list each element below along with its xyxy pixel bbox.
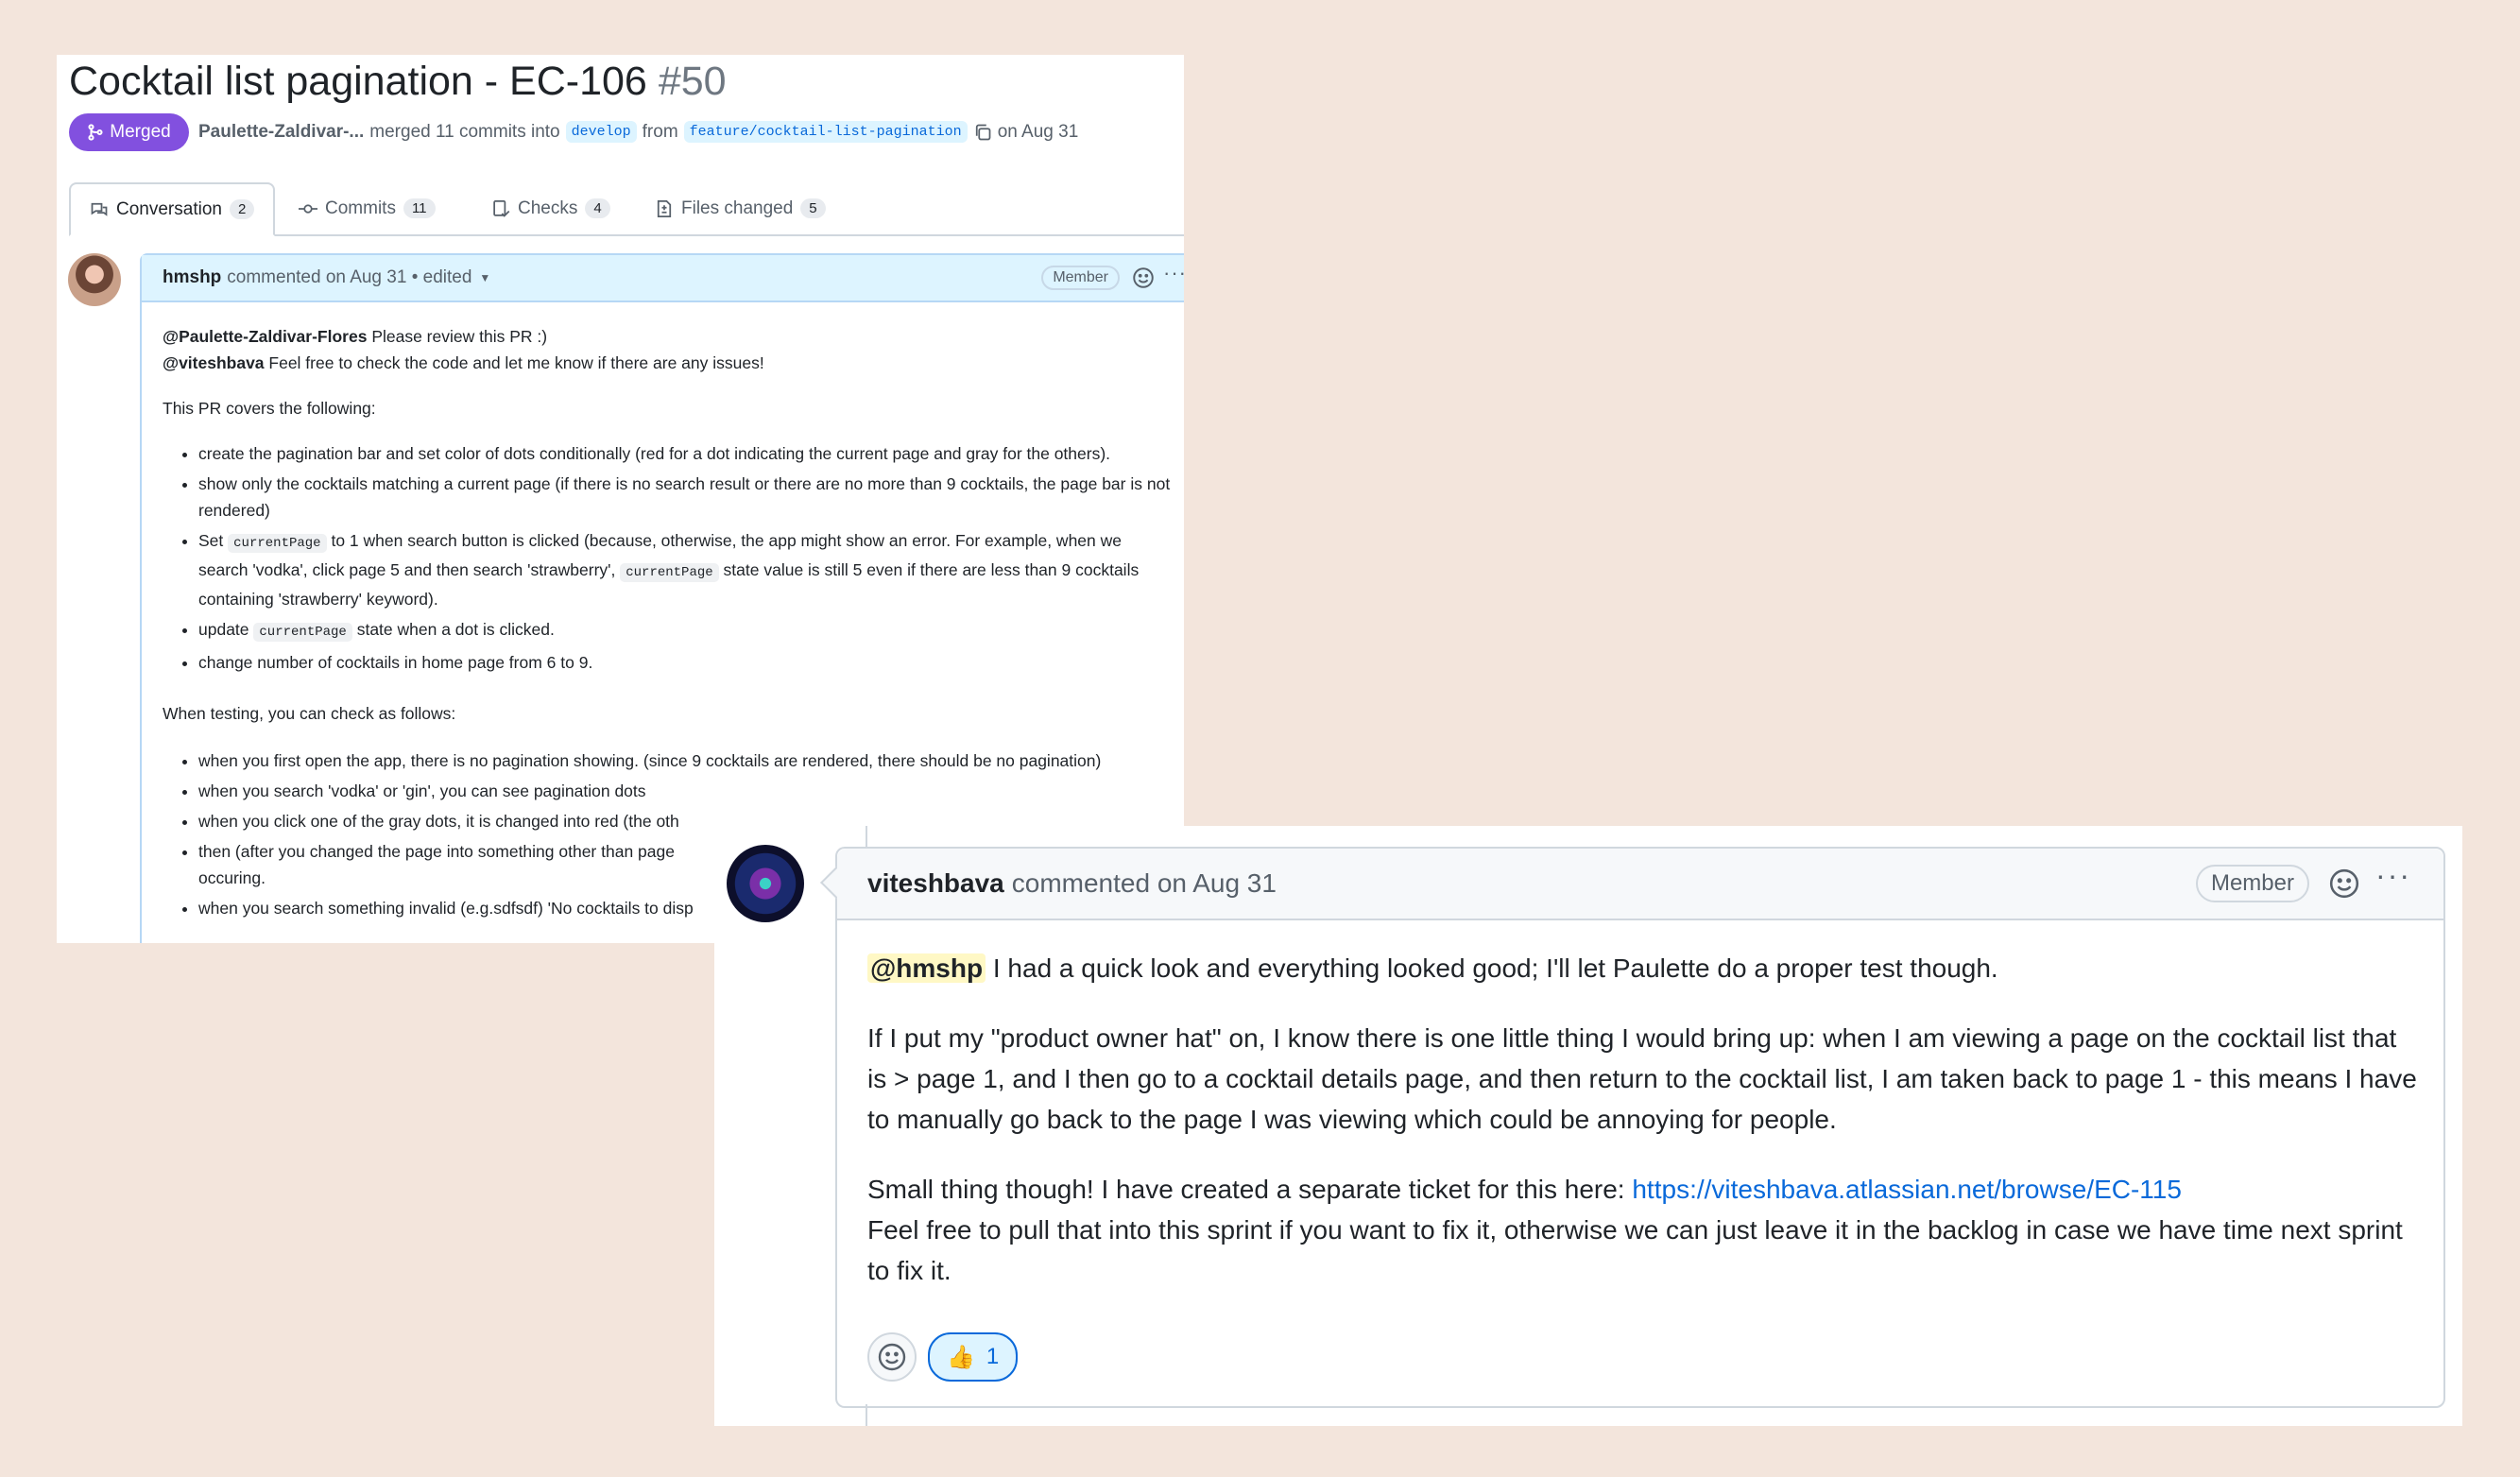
comment-paragraph: If I put my "product owner hat" on, I kn… — [867, 1023, 2417, 1134]
comment-author[interactable]: hmshp — [163, 267, 221, 288]
list-item: create the pagination bar and set color … — [198, 440, 1174, 467]
comment-text: Feel free to check the code and let me k… — [268, 353, 764, 372]
tab-count: 5 — [800, 198, 826, 218]
base-branch[interactable]: develop — [565, 121, 637, 143]
avatar[interactable] — [727, 845, 804, 922]
member-badge: Member — [2195, 865, 2309, 902]
mention-link[interactable]: @viteshbava — [163, 353, 265, 372]
comment-line: @viteshbava Feel free to check the code … — [163, 350, 1174, 376]
inline-code: currentPage — [253, 623, 352, 642]
tab-files-changed[interactable]: Files changed 5 — [655, 182, 826, 234]
pr-title-text: Cocktail list pagination - EC-106 — [69, 59, 647, 104]
pr-merged-text: merged 11 commits into — [369, 121, 560, 142]
pr-number: #50 — [658, 59, 727, 104]
list-item: when you search 'vodka' or 'gin', you ca… — [198, 778, 1174, 804]
tab-count: 11 — [403, 198, 436, 218]
mention-link[interactable]: @Paulette-Zaldivar-Flores — [163, 327, 367, 346]
comment-paragraph: Small thing though! I have created a sep… — [867, 1169, 2417, 1210]
pr-date: on Aug 31 — [997, 121, 1079, 142]
tab-count: 2 — [229, 199, 255, 219]
pr-title: Cocktail list pagination - EC-106 #50 — [69, 55, 727, 108]
thumbs-up-reaction-button[interactable]: 👍 1 — [928, 1332, 1019, 1382]
smiley-icon — [878, 1343, 906, 1371]
tab-conversation[interactable]: Conversation 2 — [69, 182, 276, 236]
covers-list: create the pagination bar and set color … — [163, 440, 1174, 676]
comment-header: hmshp commented on Aug 31 • edited ▼ Mem… — [142, 255, 1184, 302]
tab-label: Commits — [325, 198, 396, 218]
smiley-icon[interactable] — [1132, 266, 1155, 289]
reply-screenshot-panel: viteshbava commented on Aug 31 Member ··… — [714, 826, 2462, 1426]
copy-icon[interactable] — [973, 123, 992, 142]
comment-header: viteshbava commented on Aug 31 Member ··… — [837, 849, 2443, 920]
comment-paragraph: Feel free to pull that into this sprint … — [867, 1215, 2403, 1285]
list-item: then (after you changed the page into so… — [198, 838, 728, 891]
tab-commits[interactable]: Commits 11 — [299, 182, 436, 234]
head-branch[interactable]: feature/cocktail-list-pagination — [683, 121, 968, 143]
pr-author-link[interactable]: Paulette-Zaldivar-... — [198, 122, 364, 143]
list-item: update currentPage state when a dot is c… — [198, 616, 1174, 645]
tab-label: Files changed — [681, 198, 794, 218]
file-diff-icon — [657, 199, 672, 217]
add-reaction-button[interactable] — [867, 1332, 917, 1382]
section-heading: This PR covers the following: — [163, 399, 376, 418]
tab-count: 4 — [585, 198, 610, 218]
mention-link[interactable]: @hmshp — [867, 953, 986, 983]
tab-label: Checks — [518, 198, 578, 218]
section-heading: When testing, you can check as follows: — [163, 704, 456, 723]
smiley-icon[interactable] — [2328, 867, 2360, 900]
merged-status-label: Merged — [110, 122, 171, 142]
comment-paragraph: @hmshp I had a quick look and everything… — [867, 948, 2417, 988]
checklist-icon — [493, 199, 510, 217]
thumbs-up-icon: 👍 — [947, 1344, 975, 1370]
pr-meta: Paulette-Zaldivar-... merged 11 commits … — [198, 121, 1078, 143]
list-item: change number of cocktails in home page … — [198, 649, 1174, 676]
tab-checks[interactable]: Checks 4 — [491, 182, 610, 234]
reaction-count: 1 — [986, 1344, 1000, 1369]
list-item: show only the cocktails matching a curre… — [198, 471, 1174, 524]
comment-meta: commented on Aug 31 — [1011, 868, 1277, 898]
list-text: update — [198, 620, 249, 639]
chevron-down-icon[interactable]: ▼ — [479, 271, 490, 284]
git-commit-icon — [299, 203, 317, 214]
comment-discussion-icon — [91, 202, 108, 216]
comment-text: Small thing though! I have created a sep… — [867, 1175, 1625, 1204]
timeline-line — [866, 826, 867, 847]
comment-body: @hmshp I had a quick look and everything… — [867, 948, 2417, 1291]
git-merge-icon — [88, 124, 103, 141]
comment-line: @Paulette-Zaldivar-Flores Please review … — [163, 323, 1174, 350]
list-item: Set currentPage to 1 when search button … — [198, 527, 1174, 612]
list-text: state when a dot is clicked. — [356, 620, 555, 639]
kebab-menu-icon[interactable]: ··· — [1163, 261, 1184, 285]
comment-card: viteshbava commented on Aug 31 Member ··… — [835, 847, 2445, 1408]
comment-text: I had a quick look and everything looked… — [992, 953, 1998, 983]
merged-status-badge: Merged — [69, 113, 189, 151]
comment-author[interactable]: viteshbava — [867, 868, 1004, 899]
avatar[interactable] — [68, 253, 121, 306]
list-text: Set — [198, 531, 224, 550]
inline-code: currentPage — [620, 563, 719, 582]
pr-screenshot-panel: Cocktail list pagination - EC-106 #50 Me… — [57, 55, 1184, 943]
inline-code: currentPage — [228, 534, 327, 553]
comment-meta: commented on Aug 31 • edited — [227, 267, 472, 287]
list-item: when you first open the app, there is no… — [198, 747, 1174, 774]
comment-text: Please review this PR :) — [371, 327, 548, 346]
pr-tabs: Conversation 2 Commits 11 Checks 4 Files… — [69, 182, 1184, 236]
tab-label: Conversation — [116, 198, 222, 219]
pr-from-text: from — [642, 121, 678, 142]
reactions-bar: 👍 1 — [867, 1332, 1019, 1382]
member-badge: Member — [1041, 266, 1120, 290]
ticket-link[interactable]: https://viteshbava.atlassian.net/browse/… — [1632, 1175, 2182, 1204]
kebab-menu-icon[interactable]: ··· — [2375, 858, 2411, 893]
